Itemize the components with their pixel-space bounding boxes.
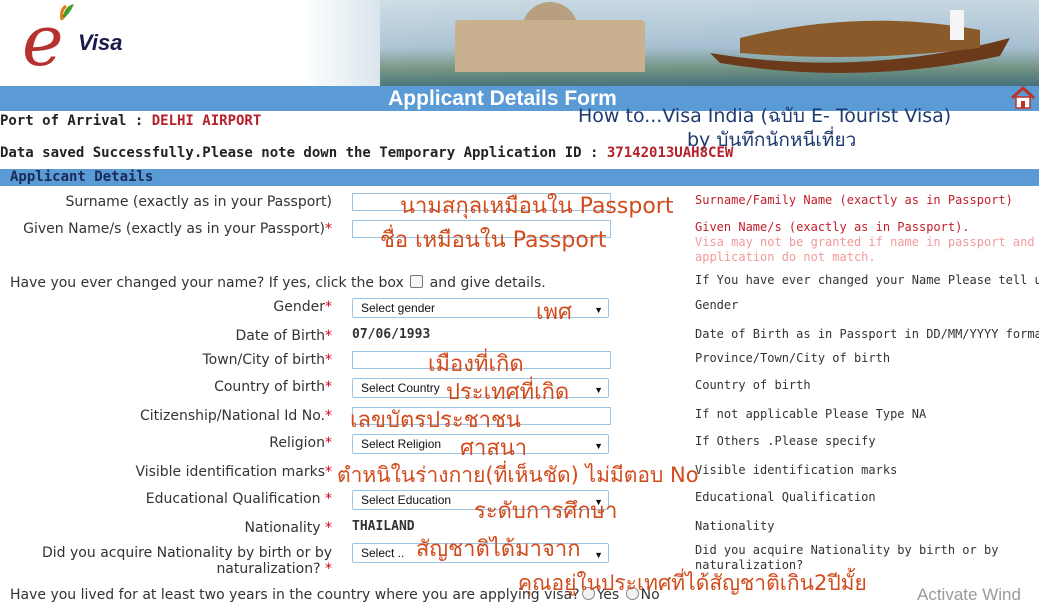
header-banner: e Visa	[0, 0, 1039, 86]
acquire-hint-1: Did you acquire Nationality by birth or …	[695, 543, 999, 557]
education-label: Educational Qualification *	[145, 491, 332, 507]
changed-name-hint: If You have ever changed your Name Pleas…	[695, 273, 1039, 287]
activate-windows-watermark: Activate Wind	[917, 585, 1021, 604]
gender-annotation: เพศ	[536, 300, 572, 325]
chevron-down-icon: ▼	[594, 305, 603, 315]
education-annotation: ระดับการศึกษา	[474, 499, 618, 524]
dob-value: 07/06/1993	[352, 327, 431, 342]
surname-annotation: นามสกุลเหมือนใน Passport	[400, 194, 674, 219]
section-title: Applicant Details	[10, 169, 154, 185]
boat-image	[710, 10, 1010, 73]
education-hint: Educational Qualification	[695, 490, 876, 504]
gender-label: Gender*	[273, 299, 332, 315]
surname-hint: Surname/Family Name (exactly as in Passp…	[695, 193, 1013, 207]
country-label: Country of birth*	[214, 379, 332, 395]
nationality-label: Nationality *	[244, 520, 332, 536]
town-label: Town/City of birth*	[202, 352, 332, 368]
given-name-annotation: ชื่อ เหมือนใน Passport	[380, 228, 607, 253]
logo-e: e	[22, 0, 64, 82]
surname-label: Surname (exactly as in your Passport)	[65, 194, 332, 210]
application-id: 37142013UAH8CEW	[606, 145, 734, 161]
country-hint: Country of birth	[695, 378, 811, 392]
dob-hint: Date of Birth as in Passport in DD/MM/YY…	[695, 327, 1039, 341]
changed-name-question: Have you ever changed your name? If yes,…	[10, 275, 546, 291]
dob-label: Date of Birth*	[235, 328, 332, 344]
acquire-annotation: สัญชาติได้มาจาก	[416, 537, 581, 562]
given-name-hint: Given Name/s (exactly as in Passport).	[695, 220, 970, 234]
town-hint: Province/Town/City of birth	[695, 351, 891, 365]
gender-hint: Gender	[695, 298, 739, 312]
building-image	[455, 20, 645, 72]
port-label: Port of Arrival :	[0, 113, 152, 129]
nationality-value: THAILAND	[352, 519, 415, 534]
save-message: Data saved Successfully.Please note down…	[0, 145, 733, 161]
chevron-down-icon: ▼	[594, 550, 603, 560]
given-name-warning-1: Visa may not be granted if name in passp…	[695, 235, 1035, 249]
nationality-hint: Nationality	[695, 519, 775, 533]
marks-hint: Visible identification marks	[695, 463, 898, 477]
marks-label: Visible identification marks*	[135, 464, 332, 480]
given-name-warning-2: application do not match.	[695, 250, 876, 264]
marks-annotation: ตำหนิในร่างกาย(ที่เห็นชัด) ไม่มีตอบ No	[337, 463, 699, 487]
section-header: Applicant Details	[0, 169, 1039, 186]
save-text: Data saved Successfully.Please note down…	[0, 145, 607, 161]
given-name-label: Given Name/s (exactly as in your Passpor…	[23, 221, 332, 237]
acquire-label-2: naturalization? *	[216, 561, 332, 577]
citizen-hint: If not applicable Please Type NA	[695, 407, 927, 421]
port-value: DELHI AIRPORT	[151, 113, 262, 129]
changed-name-checkbox[interactable]	[410, 275, 424, 288]
port-of-arrival: Port of Arrival : DELHI AIRPORT	[0, 113, 261, 129]
chevron-down-icon: ▼	[594, 441, 603, 451]
religion-hint: If Others .Please specify	[695, 434, 876, 448]
chevron-down-icon: ▼	[594, 385, 603, 395]
acquire-label-1: Did you acquire Nationality by birth or …	[42, 545, 332, 561]
citizen-label: Citizenship/National Id No.*	[139, 408, 332, 424]
religion-label: Religion*	[269, 435, 332, 451]
logo-visa: Visa	[78, 30, 123, 55]
home-icon[interactable]	[1010, 86, 1036, 110]
lived-annotation: คุณอยู่ในประเทศที่ได้สัญชาติเกิน2ปีมั้ย	[518, 571, 867, 595]
